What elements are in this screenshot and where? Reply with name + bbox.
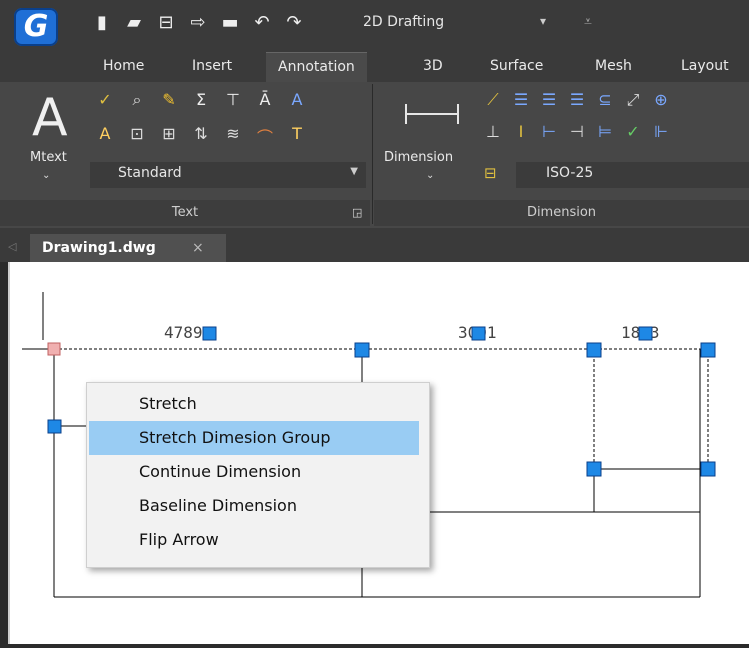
text-style-value: Standard <box>118 165 182 181</box>
workspace-selector[interactable]: 2D Drafting <box>363 14 444 30</box>
text-arc-icon[interactable]: ⌒ <box>254 124 276 148</box>
tab-annotation[interactable]: Annotation <box>266 52 367 82</box>
text-style-combo[interactable]: Standard ▼ <box>90 162 366 188</box>
dimension-style-combo[interactable]: ISO-25 <box>516 162 749 188</box>
tab-home[interactable]: Home <box>103 58 144 74</box>
dim-space-icon[interactable]: ⊢ <box>538 122 560 141</box>
redo-icon[interactable]: ↷ <box>284 12 304 33</box>
grip-mid-2 <box>700 461 716 477</box>
close-icon[interactable]: × <box>192 234 204 262</box>
dimension-panel-label: Dimension <box>526 205 597 220</box>
open-icon[interactable]: ▰ <box>124 12 144 33</box>
dim-inspect-icon[interactable]: ⊨ <box>594 122 616 141</box>
text-paint-icon[interactable]: A <box>94 124 116 148</box>
dim-center-icon[interactable]: ⊕ <box>650 90 672 110</box>
text-tools-row-1: ✓ ⌕ ✎ Σ ⊤ Ā A <box>94 90 308 110</box>
tab-mesh[interactable]: Mesh <box>595 58 632 74</box>
text-align-icon[interactable]: ⊤ <box>222 90 244 110</box>
text-style-icon[interactable]: A <box>286 90 308 110</box>
scroll-left-icon[interactable]: ◁ <box>8 240 16 253</box>
text-field-icon[interactable]: ⊞ <box>158 124 180 148</box>
document-tab[interactable]: Drawing1.dwg × <box>30 234 226 262</box>
dimension-label[interactable]: Dimension <box>384 150 453 165</box>
text-mask-icon[interactable]: T <box>286 124 308 148</box>
undo-icon[interactable]: ↶ <box>252 12 272 33</box>
grip-origin <box>47 342 61 356</box>
tab-surface[interactable]: Surface <box>490 58 543 74</box>
spellcheck-icon[interactable]: ✓ <box>94 90 116 110</box>
menu-item-stretch[interactable]: Stretch <box>89 387 419 421</box>
dimension-tools-row-1: ⟋ ☰ ☰ ☰ ⊆ ⤢ ⊕ <box>482 90 672 110</box>
dimension-text-1: 4789 <box>164 323 203 342</box>
panel-launcher-icon[interactable]: ◲ <box>352 206 362 219</box>
mtext-icon[interactable]: A <box>32 88 68 148</box>
grip-text-3 <box>638 326 653 341</box>
app-logo[interactable]: G <box>14 8 58 46</box>
quick-access-toolbar: ▮ ▰ ⊟ ⇨ ▬ ↶ ↷ <box>92 10 304 34</box>
edit-text-icon[interactable]: ✎ <box>158 90 180 110</box>
document-tab-label: Drawing1.dwg <box>42 240 156 256</box>
dim-radius-icon[interactable]: ⊆ <box>594 90 616 110</box>
text-panel-title: Text <box>0 200 370 226</box>
grip-vertex-3 <box>586 342 602 358</box>
mtext-dropdown-icon[interactable]: ⌄ <box>42 170 50 181</box>
tab-3d[interactable]: 3D <box>423 58 443 74</box>
dimension-text-group: 4789 3001 1833 <box>164 323 660 342</box>
text-underline-icon[interactable]: ≋ <box>222 124 244 148</box>
menu-item-continue-dimension[interactable]: Continue Dimension <box>89 455 419 489</box>
find-text-icon[interactable]: ⌕ <box>126 90 148 110</box>
panel-divider <box>372 84 373 224</box>
dim-style-icon[interactable]: ⊟ <box>484 164 497 182</box>
dim-continue-icon[interactable]: ☰ <box>538 90 560 110</box>
customize-qat-icon[interactable]: ⩡ <box>584 14 592 30</box>
dim-baseline-icon[interactable]: ☰ <box>510 90 532 110</box>
ribbon-tabs: Home Insert Annotation 3D Surface Mesh L… <box>0 48 749 82</box>
workspace-dropdown-icon[interactable]: ▾ <box>540 14 546 28</box>
text-case-icon[interactable]: Ā <box>254 90 276 110</box>
grip-text-1 <box>202 326 217 341</box>
grip-text-2 <box>471 326 486 341</box>
tab-insert[interactable]: Insert <box>192 58 232 74</box>
dim-aligned-icon[interactable]: ⟋ <box>482 90 504 110</box>
text-tools-row-2: A ⊡ ⊞ ⇅ ≋ ⌒ T <box>94 124 308 148</box>
tab-layout[interactable]: Layout <box>681 58 729 74</box>
dim-update-icon[interactable]: ✓ <box>622 122 644 141</box>
new-icon[interactable]: ▮ <box>92 12 112 33</box>
print-icon[interactable]: ▬ <box>220 12 240 33</box>
menu-item-stretch-dimension-group[interactable]: Stretch Dimesion Group <box>89 421 419 455</box>
grip-left <box>47 419 62 434</box>
save-icon[interactable]: ⊟ <box>156 12 176 33</box>
grip-vertex-2 <box>354 342 370 358</box>
dim-jog-icon[interactable]: ⊣ <box>566 122 588 141</box>
dim-oblique-icon[interactable]: ⤢ <box>622 90 644 110</box>
menu-item-baseline-dimension[interactable]: Baseline Dimension <box>89 489 419 523</box>
saveas-icon[interactable]: ⇨ <box>188 12 208 33</box>
context-menu: Stretch Stretch Dimesion Group Continue … <box>86 382 430 568</box>
mtext-label[interactable]: Mtext <box>30 150 67 165</box>
dim-override-icon[interactable]: ⊩ <box>650 122 672 141</box>
dim-ordinate-icon[interactable]: ⊥ <box>482 122 504 141</box>
dimension-tools-row-2: ⊥ Ⅰ ⊢ ⊣ ⊨ ✓ ⊩ <box>482 122 672 141</box>
dimension-style-value: ISO-25 <box>546 165 594 181</box>
dimension-panel-title: Dimension <box>374 200 749 226</box>
menu-item-flip-arrow[interactable]: Flip Arrow <box>89 523 419 557</box>
text-panel-label: Text <box>171 205 199 220</box>
dim-break-icon[interactable]: ☰ <box>566 90 588 110</box>
chevron-down-icon[interactable]: ▼ <box>350 166 358 177</box>
text-frame-icon[interactable]: ⊡ <box>126 124 148 148</box>
dim-tolerance-icon[interactable]: Ⅰ <box>510 122 532 141</box>
grip-vertex-4 <box>700 342 716 358</box>
sum-icon[interactable]: Σ <box>190 90 212 110</box>
dimension-dropdown-icon[interactable]: ⌄ <box>426 170 434 181</box>
grip-mid-1 <box>586 461 602 477</box>
title-bar: G ▮ ▰ ⊟ ⇨ ▬ ↶ ↷ 2D Drafting ▾ ⩡ <box>0 0 749 48</box>
text-sort-icon[interactable]: ⇅ <box>190 124 212 148</box>
